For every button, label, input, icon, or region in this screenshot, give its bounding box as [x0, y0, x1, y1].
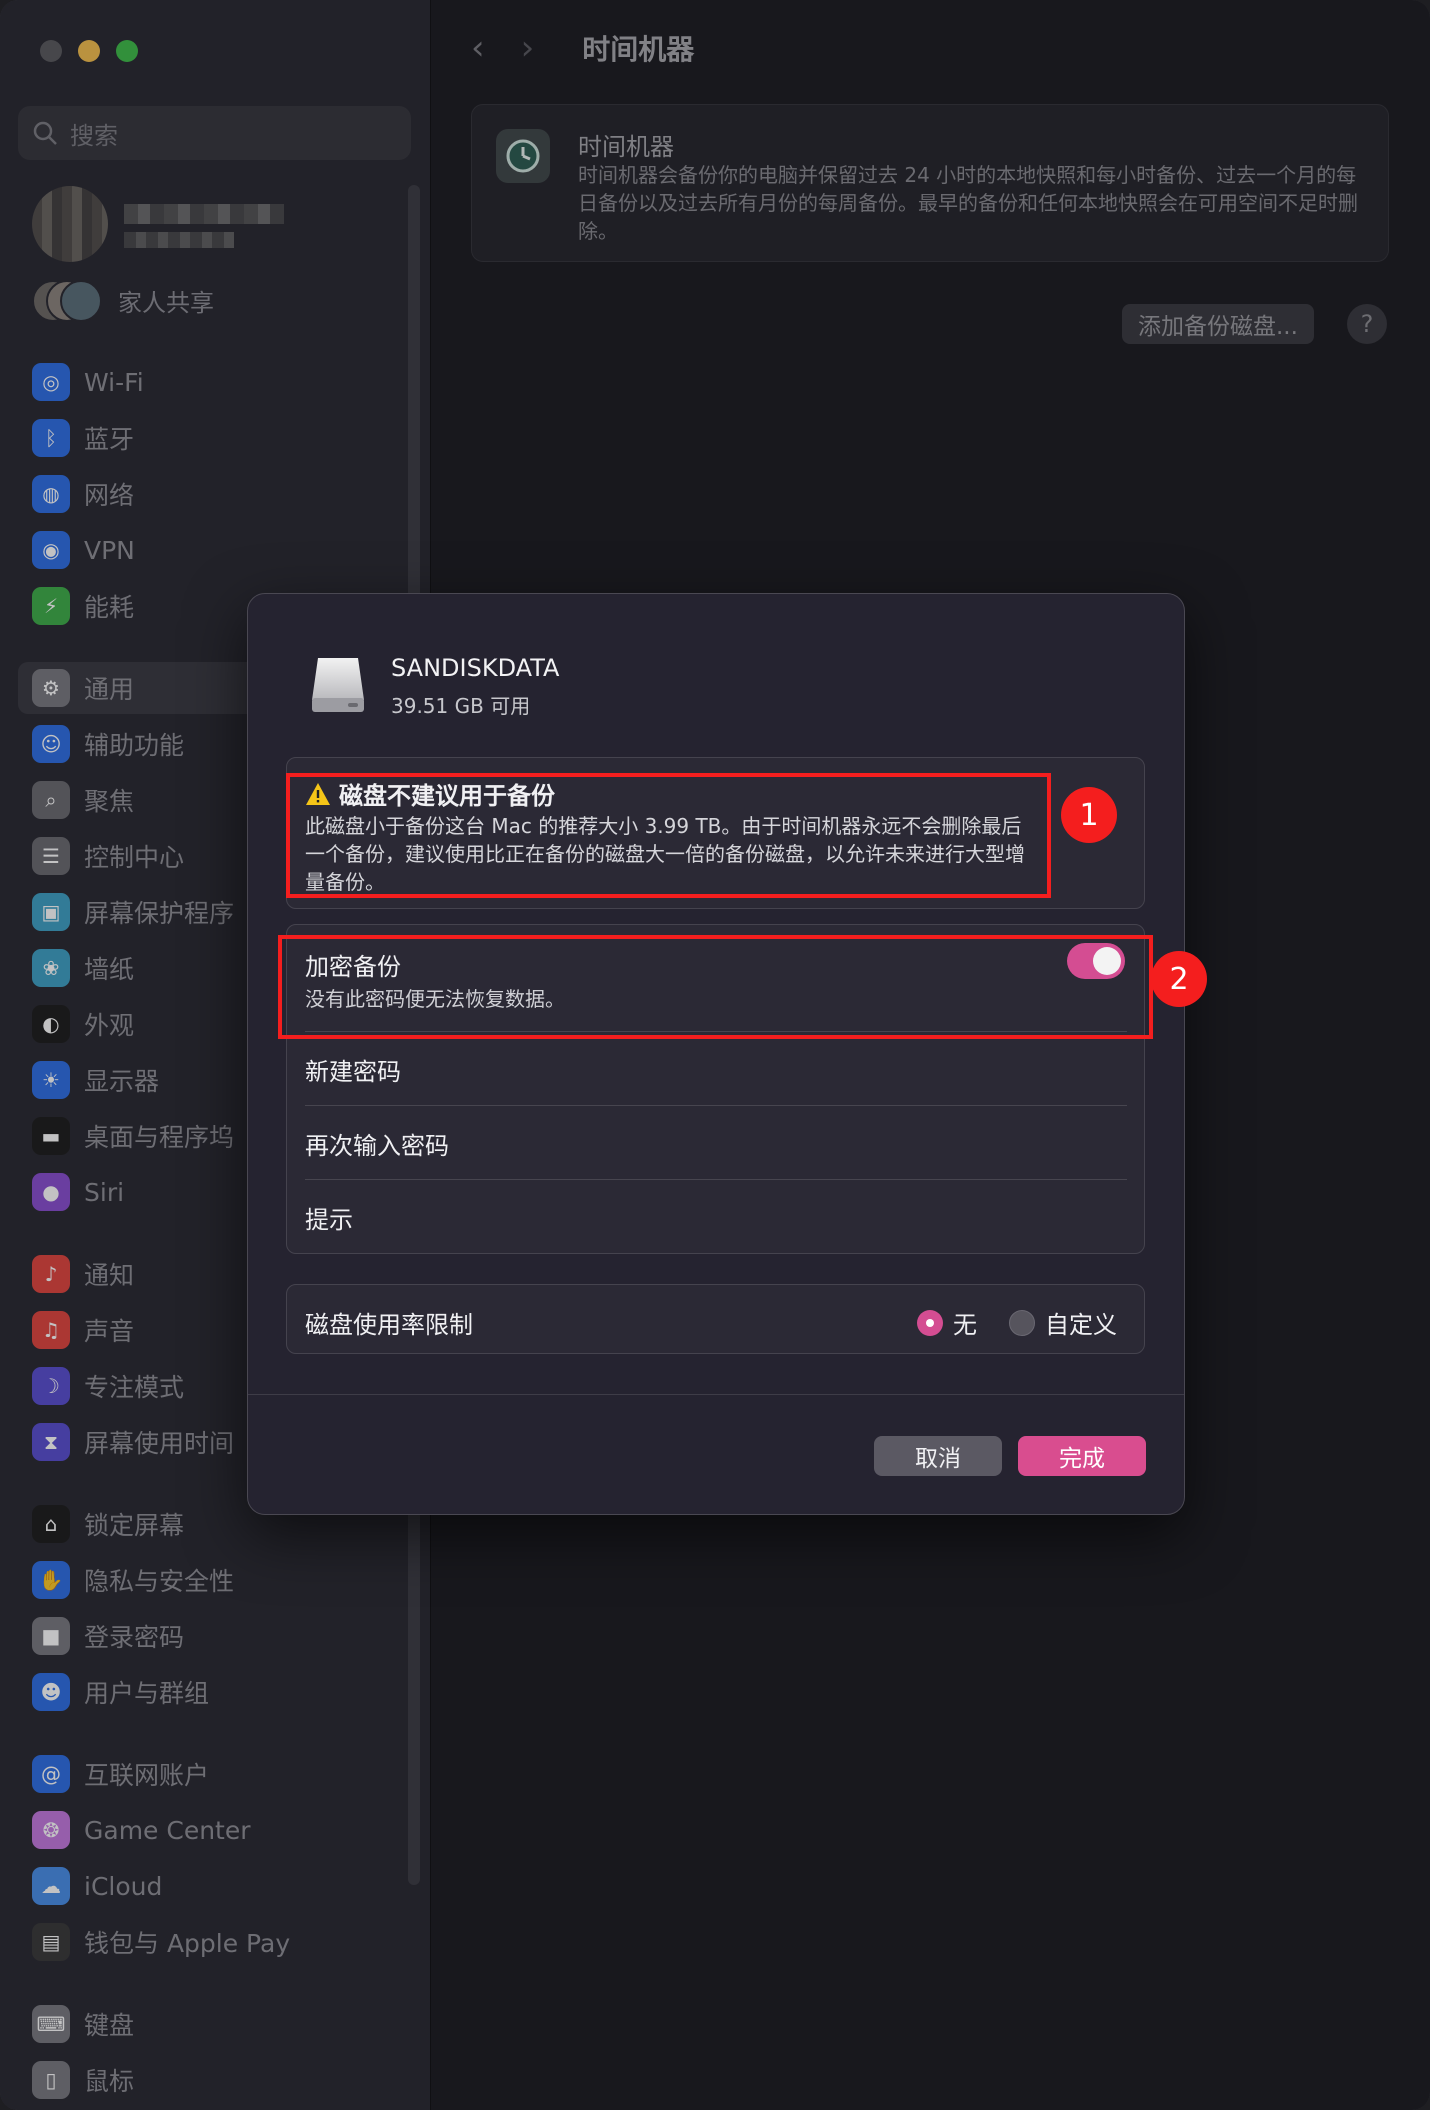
annotation-box-1: [286, 773, 1051, 898]
external-disk-icon: [312, 658, 364, 712]
new-password-field[interactable]: 新建密码: [305, 1031, 1127, 1106]
disk-name: SANDISKDATA: [391, 654, 560, 682]
disk-usage-limit-row: 磁盘使用率限制 无 自定义: [286, 1284, 1145, 1354]
password-hint-label: 提示: [305, 1205, 353, 1234]
usage-custom-label: 自定义: [1045, 1311, 1117, 1339]
confirm-password-label: 再次输入密码: [305, 1131, 449, 1160]
disk-free-space: 39.51 GB 可用: [391, 694, 531, 718]
annotation-badge-1: 1: [1061, 787, 1117, 843]
annotation-badge-2: 2: [1151, 951, 1207, 1007]
radio-custom[interactable]: [1009, 1309, 1035, 1336]
cancel-button[interactable]: 取消: [874, 1436, 1002, 1476]
backup-disk-dialog: SANDISKDATA 39.51 GB 可用 磁盘不建议用于备份 此磁盘小于备…: [247, 593, 1185, 1515]
dialog-divider: [248, 1394, 1184, 1395]
usage-none-label: 无: [953, 1311, 977, 1339]
radio-none[interactable]: [917, 1309, 943, 1336]
disk-usage-limit-label: 磁盘使用率限制: [305, 1311, 473, 1339]
password-hint-field[interactable]: 提示: [305, 1179, 1127, 1254]
usage-custom-option[interactable]: 自定义: [1009, 1305, 1117, 1340]
system-settings-window: 搜索 家人共享 ◎ Wi-Fi ᛒ 蓝牙 ◍ 网络 ◉ VPN ⚡ 能耗 ⚙ 通用 ☺ 辅助功能 ⌕ 聚焦 ☰ 控…: [0, 0, 1430, 2110]
annotation-box-2: [278, 935, 1153, 1039]
done-button[interactable]: 完成: [1018, 1436, 1146, 1476]
confirm-password-field[interactable]: 再次输入密码: [305, 1105, 1127, 1180]
usage-none-option[interactable]: 无: [917, 1305, 977, 1340]
new-password-label: 新建密码: [305, 1057, 401, 1086]
